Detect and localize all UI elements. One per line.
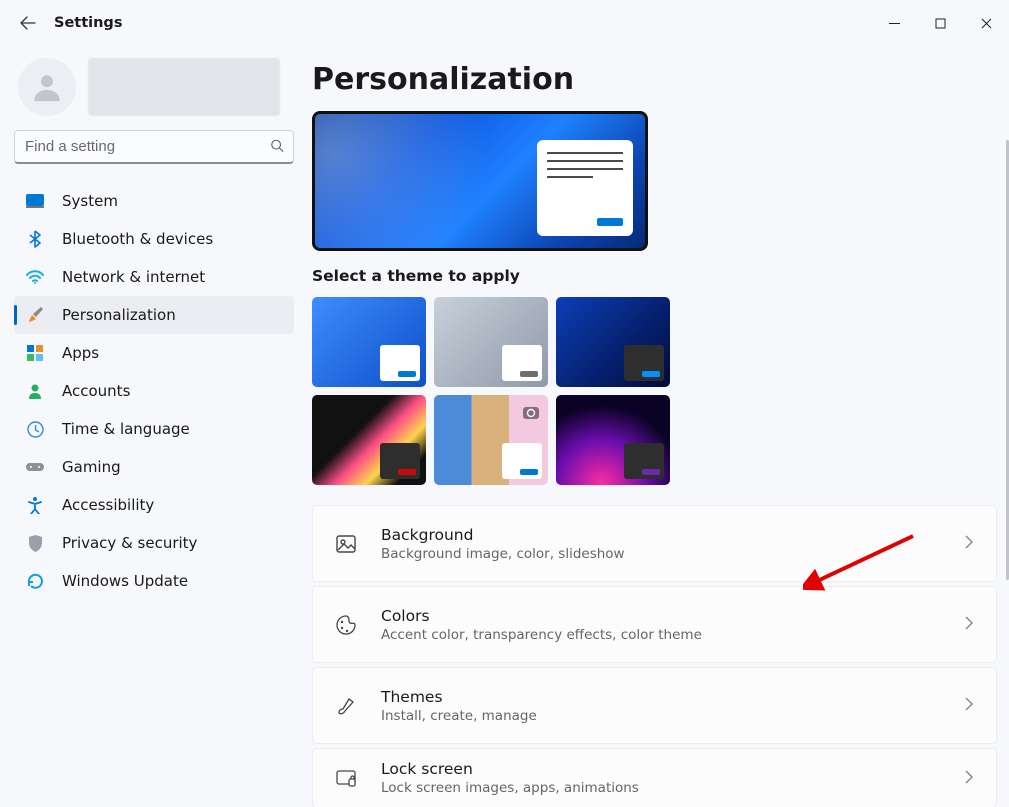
theme-windows-dark[interactable]	[556, 297, 670, 387]
maximize-button[interactable]	[917, 7, 963, 39]
sidebar-item-bluetooth[interactable]: Bluetooth & devices	[14, 220, 294, 258]
bluetooth-icon	[26, 230, 44, 248]
theme-windows-gray[interactable]	[434, 297, 548, 387]
nav-label: Apps	[62, 344, 99, 362]
sidebar-item-accounts[interactable]: Accounts	[14, 372, 294, 410]
theme-section-label: Select a theme to apply	[312, 267, 997, 285]
nav-label: Accessibility	[62, 496, 154, 514]
image-icon	[335, 533, 357, 555]
lock-screen-icon	[335, 767, 357, 789]
nav-label: Accounts	[62, 382, 130, 400]
chevron-right-icon	[964, 615, 974, 634]
accessibility-icon	[26, 496, 44, 514]
card-title: Background	[381, 526, 940, 544]
paintbrush-icon	[26, 306, 44, 324]
search-box[interactable]	[14, 130, 294, 164]
apps-icon	[26, 344, 44, 362]
avatar	[18, 58, 76, 116]
nav-list: System Bluetooth & devices Network & int…	[14, 182, 294, 600]
arrow-left-icon	[20, 15, 36, 31]
app-title: Settings	[54, 15, 122, 31]
back-button[interactable]	[18, 13, 38, 33]
sidebar-item-accessibility[interactable]: Accessibility	[14, 486, 294, 524]
sidebar-item-network[interactable]: Network & internet	[14, 258, 294, 296]
nav-label: Personalization	[62, 306, 176, 324]
nav-label: Gaming	[62, 458, 121, 476]
search-input[interactable]	[14, 130, 294, 164]
theme-flow[interactable]	[312, 395, 426, 485]
wifi-icon	[26, 268, 44, 286]
shield-icon	[26, 534, 44, 552]
minimize-button[interactable]	[871, 7, 917, 39]
nav-label: System	[62, 192, 118, 210]
sidebar-item-personalization[interactable]: Personalization	[14, 296, 294, 334]
sidebar-item-system[interactable]: System	[14, 182, 294, 220]
card-subtitle: Accent color, transparency effects, colo…	[381, 627, 940, 643]
minimize-icon	[889, 18, 900, 29]
nav-label: Bluetooth & devices	[62, 230, 213, 248]
card-title: Lock screen	[381, 760, 940, 778]
card-colors[interactable]: Colors Accent color, transparency effect…	[312, 586, 997, 663]
search-icon	[270, 138, 284, 157]
theme-windows-light[interactable]	[312, 297, 426, 387]
card-themes[interactable]: Themes Install, create, manage	[312, 667, 997, 744]
theme-grid	[312, 297, 997, 485]
titlebar: Settings	[0, 0, 1009, 46]
desktop-preview[interactable]	[312, 111, 648, 251]
page-title: Personalization	[312, 62, 997, 97]
person-icon	[26, 382, 44, 400]
maximize-icon	[935, 18, 946, 29]
palette-icon	[335, 614, 357, 636]
card-subtitle: Install, create, manage	[381, 708, 940, 724]
sidebar-item-privacy[interactable]: Privacy & security	[14, 524, 294, 562]
globe-clock-icon	[26, 420, 44, 438]
card-title: Colors	[381, 607, 940, 625]
nav-label: Privacy & security	[62, 534, 197, 552]
sidebar-item-windows-update[interactable]: Windows Update	[14, 562, 294, 600]
update-icon	[26, 572, 44, 590]
chevron-right-icon	[964, 534, 974, 553]
theme-glow[interactable]	[556, 395, 670, 485]
account-name-redacted	[88, 58, 280, 116]
card-subtitle: Background image, color, slideshow	[381, 546, 940, 562]
sidebar-item-apps[interactable]: Apps	[14, 334, 294, 372]
close-icon	[981, 18, 992, 29]
card-lockscreen[interactable]: Lock screen Lock screen images, apps, an…	[312, 748, 997, 807]
chevron-right-icon	[964, 696, 974, 715]
card-title: Themes	[381, 688, 940, 706]
close-button[interactable]	[963, 7, 1009, 39]
preview-window	[537, 140, 633, 236]
content: Personalization Select a theme to apply	[308, 46, 1009, 807]
display-icon	[26, 192, 44, 210]
card-background[interactable]: Background Background image, color, slid…	[312, 505, 997, 582]
nav-label: Windows Update	[62, 572, 188, 590]
theme-spotlight[interactable]	[434, 395, 548, 485]
nav-label: Time & language	[62, 420, 190, 438]
sidebar: System Bluetooth & devices Network & int…	[0, 46, 308, 807]
sidebar-item-time-language[interactable]: Time & language	[14, 410, 294, 448]
card-subtitle: Lock screen images, apps, animations	[381, 780, 940, 796]
sidebar-item-gaming[interactable]: Gaming	[14, 448, 294, 486]
settings-cards: Background Background image, color, slid…	[312, 505, 997, 807]
gaming-icon	[26, 458, 44, 476]
nav-label: Network & internet	[62, 268, 205, 286]
chevron-right-icon	[964, 769, 974, 788]
account-block[interactable]	[14, 54, 294, 130]
brush-icon	[335, 695, 357, 717]
person-icon	[30, 70, 64, 104]
camera-icon	[522, 403, 540, 421]
